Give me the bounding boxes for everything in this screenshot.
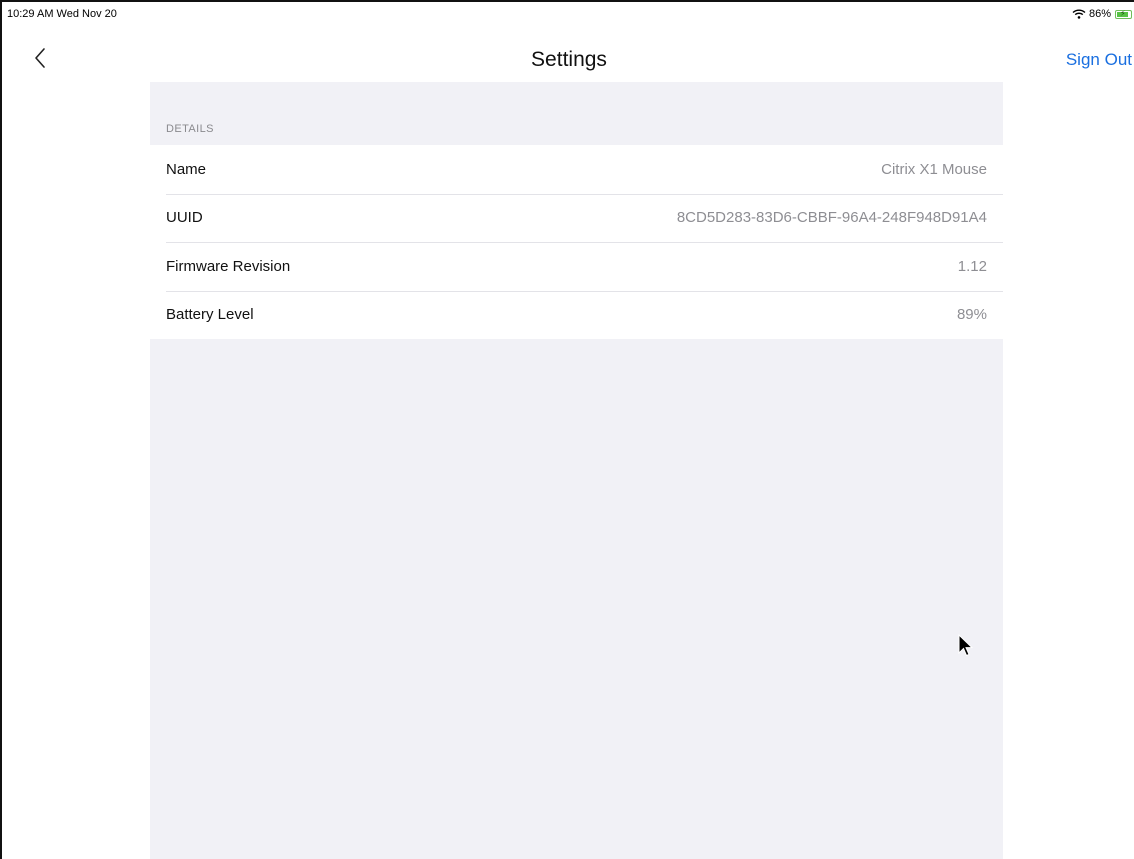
status-time: 10:29 AM Wed Nov 20 — [7, 8, 117, 20]
battery-charging-icon: ⚡ — [1115, 9, 1132, 19]
row-label: Name — [166, 160, 207, 178]
row-label: UUID — [166, 209, 203, 227]
navigation-bar: Settings Sign Out — [4, 34, 1134, 82]
details-row-firmware: Firmware Revision 1.12 — [150, 242, 1003, 291]
row-value: 1.12 — [957, 257, 987, 275]
app-window: 10:29 AM Wed Nov 20 86% ⚡ Settings Sign … — [0, 0, 1134, 859]
details-row-name: Name Citrix X1 Mouse — [150, 145, 1003, 194]
row-value: Citrix X1 Mouse — [881, 160, 987, 178]
details-list: Name Citrix X1 Mouse UUID 8CD5D283-83D6-… — [150, 145, 1003, 339]
battery-percent: 86% — [1088, 8, 1111, 20]
row-label: Battery Level — [166, 306, 254, 324]
status-bar: 10:29 AM Wed Nov 20 86% ⚡ — [4, 4, 1134, 34]
details-section-header: DETAILS — [166, 123, 214, 135]
row-value: 89% — [956, 306, 987, 324]
wifi-icon — [1072, 9, 1086, 19]
page-title: Settings — [531, 48, 607, 71]
sign-out-button[interactable]: Sign Out — [1066, 50, 1132, 70]
details-row-uuid: UUID 8CD5D283-83D6-CBBF-96A4-248F948D91A… — [150, 193, 1003, 243]
details-row-battery: Battery Level 89% — [150, 290, 1003, 340]
row-label: Firmware Revision — [166, 257, 291, 275]
settings-content: DETAILS Name Citrix X1 Mouse UUID 8CD5D2… — [150, 82, 1003, 859]
status-indicators: 86% ⚡ — [1072, 8, 1132, 20]
row-value: 8CD5D283-83D6-CBBF-96A4-248F948D91A4 — [676, 209, 987, 227]
mouse-pointer-icon — [958, 634, 974, 657]
